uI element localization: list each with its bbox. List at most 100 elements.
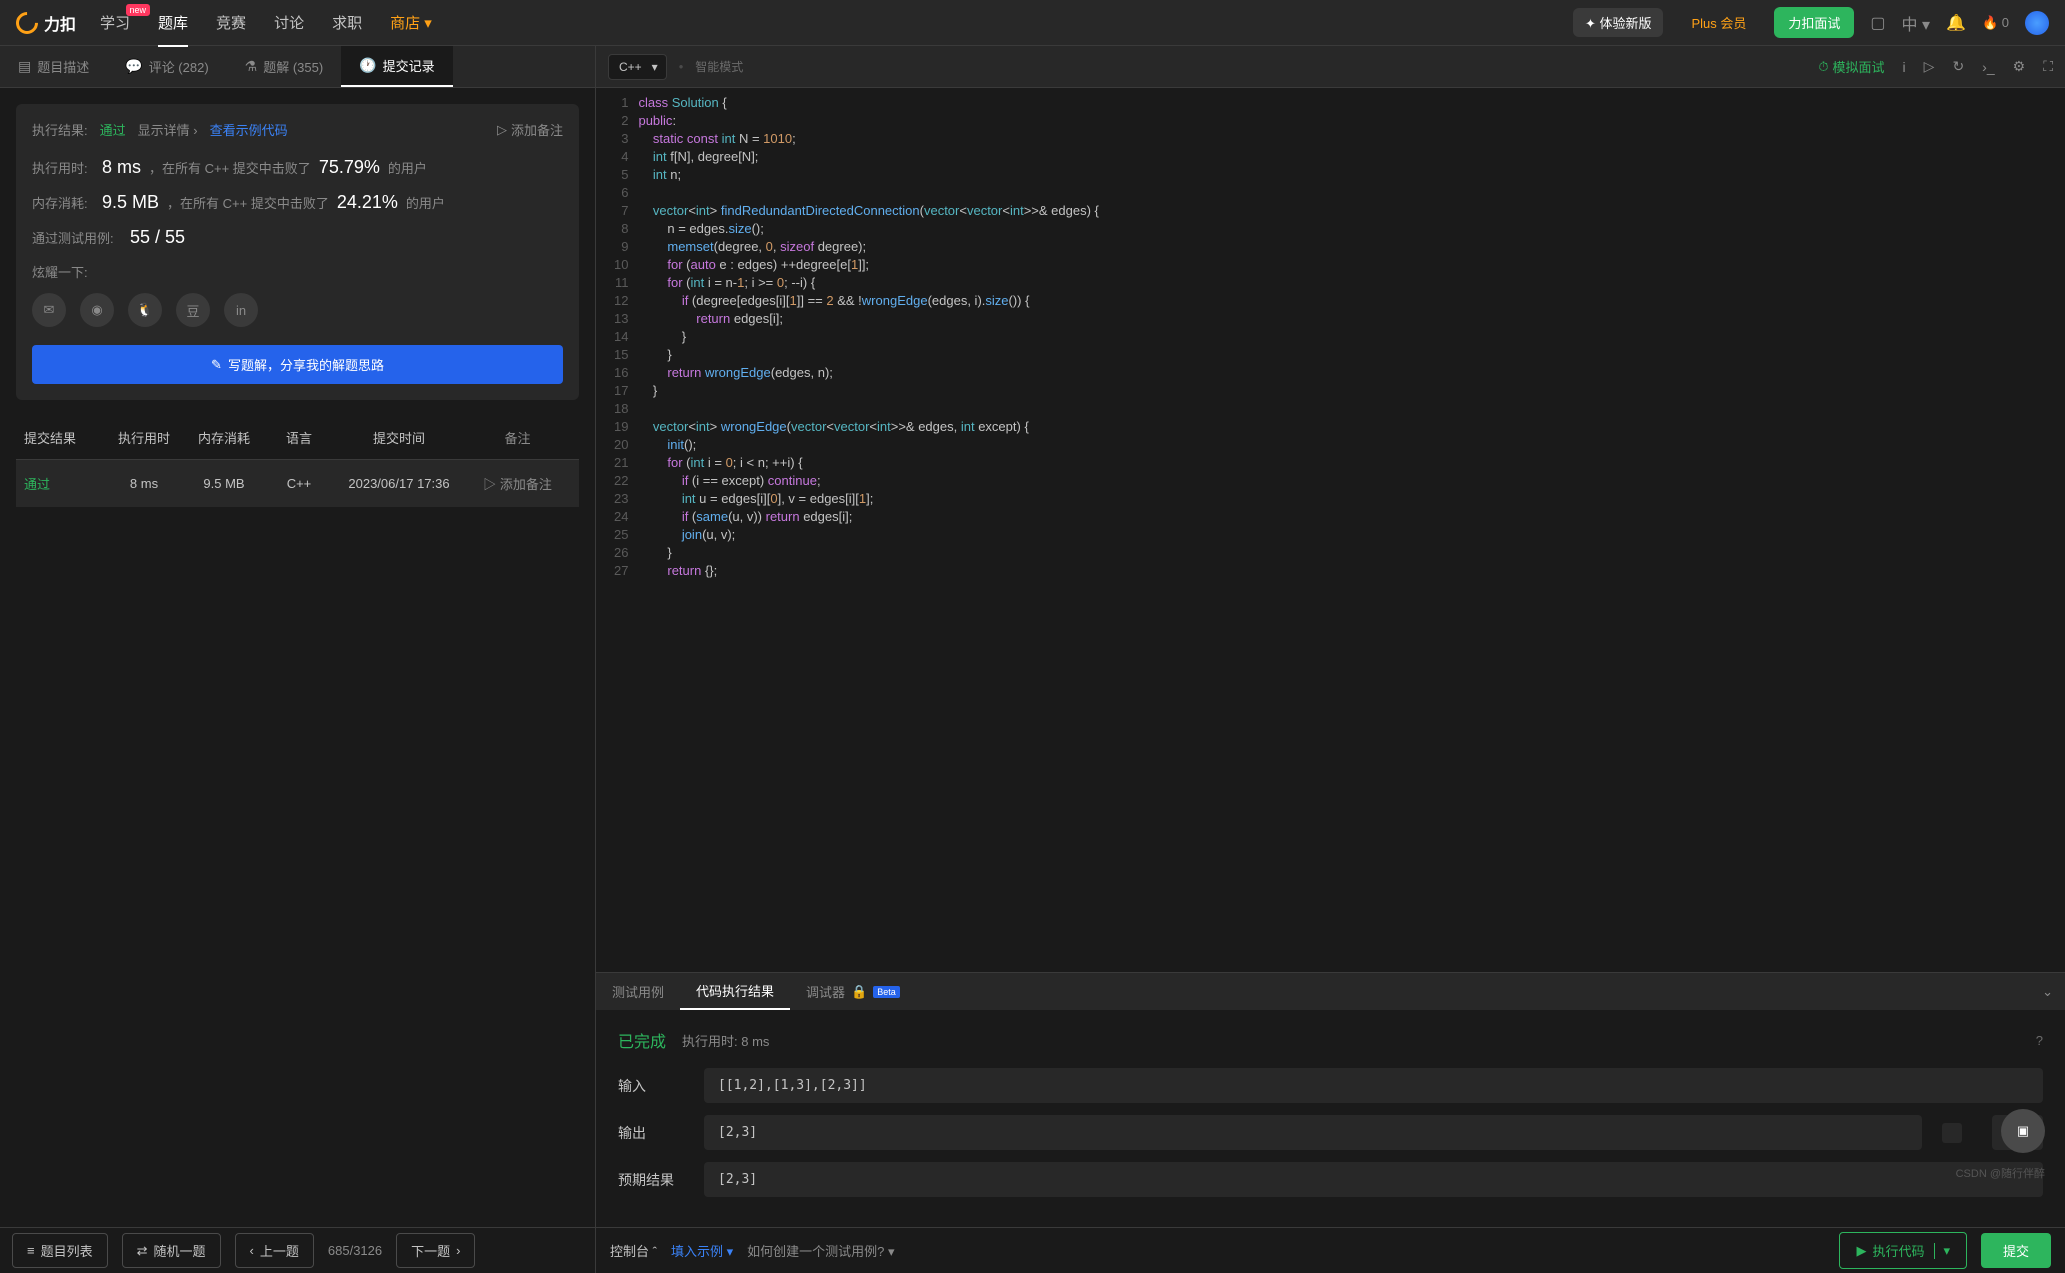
brand-text: 力扣 bbox=[44, 11, 76, 35]
nav-jobs[interactable]: 求职 bbox=[332, 12, 362, 33]
input-value: [[1,2],[1,3],[2,3]] bbox=[704, 1068, 2043, 1103]
output-indicator bbox=[1942, 1123, 1962, 1143]
howto-link[interactable]: 如何创建一个测试用例? ▾ bbox=[747, 1241, 894, 1260]
tab-code-result[interactable]: 代码执行结果 bbox=[680, 973, 790, 1010]
timer-icon: ⏱ bbox=[1818, 59, 1828, 75]
qq-icon[interactable]: 🐧 bbox=[128, 293, 162, 327]
fullscreen-icon[interactable]: ⛶ bbox=[2043, 58, 2053, 75]
language-toggle[interactable]: 中 ▾ bbox=[1902, 11, 1931, 35]
row-lang: C++ bbox=[264, 476, 334, 491]
nav-items: 学习new 题库 竞赛 讨论 求职 商店 ▾ bbox=[100, 12, 432, 33]
line-gutter: 1234567891011121314151617181920212223242… bbox=[596, 88, 638, 972]
expected-value: [2,3] bbox=[704, 1162, 2043, 1197]
smart-mode[interactable]: 智能模式 bbox=[695, 58, 743, 75]
run-button[interactable]: ▶执行代码 bbox=[1839, 1232, 1967, 1269]
bell-icon[interactable]: 🔔 bbox=[1946, 13, 1966, 33]
tab-comments[interactable]: 💬评论 (282) bbox=[107, 46, 226, 87]
settings-icon[interactable]: ⚙ bbox=[2013, 58, 2026, 75]
row-mem: 9.5 MB bbox=[184, 476, 264, 491]
help-icon[interactable]: ? bbox=[2036, 1033, 2043, 1048]
result-panel: 执行结果: 通过 显示详情 › 查看示例代码 ▷添加备注 执行用时: 8 ms … bbox=[16, 104, 579, 400]
mobile-icon[interactable]: ▢ bbox=[1870, 13, 1885, 33]
lock-icon: 🔒 bbox=[851, 984, 867, 1000]
nav-right: ✦ 体验新版 Plus 会员 力扣面试 ▢ 中 ▾ 🔔 🔥 0 bbox=[1573, 7, 2049, 38]
doc-icon: ▤ bbox=[18, 58, 31, 75]
table-row[interactable]: 通过 8 ms 9.5 MB C++ 2023/06/17 17:36 ▷ 添加… bbox=[16, 460, 579, 507]
interview-button[interactable]: 力扣面试 bbox=[1774, 7, 1854, 38]
reset-icon[interactable]: ↻ bbox=[1952, 58, 1964, 75]
linkedin-icon[interactable]: in bbox=[224, 293, 258, 327]
flask-icon: ⚗ bbox=[245, 58, 258, 75]
comment-icon: 💬 bbox=[125, 58, 142, 75]
chevron-down-icon: ▾ bbox=[424, 15, 432, 32]
bottom-right-bar: 控制台 ˆ 填入示例 ▾ 如何创建一个测试用例? ▾ ▶执行代码 提交 bbox=[596, 1227, 2065, 1273]
show-detail-link[interactable]: 显示详情 › bbox=[138, 120, 198, 139]
prev-button[interactable]: ‹上一题 bbox=[235, 1233, 314, 1268]
fill-example-link[interactable]: 填入示例 ▾ bbox=[671, 1241, 733, 1260]
language-select[interactable]: C++ bbox=[608, 54, 667, 80]
mock-interview-button[interactable]: ⏱模拟面试 bbox=[1818, 57, 1884, 76]
flag-icon: ▷ bbox=[483, 477, 496, 492]
console-toggle[interactable]: 控制台 ˆ bbox=[610, 1241, 657, 1260]
results-body: 已完成 执行用时: 8 ms ? 输入 [[1,2],[1,3],[2,3]] … bbox=[596, 1010, 2065, 1227]
douban-icon[interactable]: 豆 bbox=[176, 293, 210, 327]
th-time: 执行用时 bbox=[104, 428, 184, 447]
weibo-icon[interactable]: ◉ bbox=[80, 293, 114, 327]
tab-description[interactable]: ▤题目描述 bbox=[0, 46, 107, 87]
testcases-label: 通过测试用例: bbox=[32, 228, 122, 247]
bottom-left-bar: ≡题目列表 ⇄随机一题 ‹上一题 685/3126 下一题› bbox=[0, 1227, 595, 1273]
tab-testcase[interactable]: 测试用例 bbox=[596, 973, 680, 1010]
terminal-icon[interactable]: ›_ bbox=[1982, 59, 1994, 75]
random-button[interactable]: ⇄随机一题 bbox=[122, 1233, 221, 1268]
avatar[interactable] bbox=[2025, 11, 2049, 35]
tab-records[interactable]: 🕐提交记录 bbox=[341, 46, 452, 87]
right-panel: C++ • 智能模式 ⏱模拟面试 i ▷ ↻ ›_ ⚙ ⛶ 1234567891… bbox=[595, 46, 2065, 1273]
next-button[interactable]: 下一题› bbox=[396, 1233, 475, 1268]
try-new-button[interactable]: ✦ 体验新版 bbox=[1573, 8, 1664, 37]
tab-debugger[interactable]: 调试器🔒Beta bbox=[790, 973, 916, 1010]
add-note-button[interactable]: ▷添加备注 bbox=[497, 120, 563, 139]
info-icon[interactable]: i bbox=[1903, 59, 1906, 75]
th-mem: 内存消耗 bbox=[184, 428, 264, 447]
shuffle-icon: ⇄ bbox=[137, 1243, 148, 1259]
problem-list-button[interactable]: ≡题目列表 bbox=[12, 1233, 108, 1268]
runtime-value: 8 ms bbox=[102, 157, 141, 178]
new-badge: new bbox=[126, 4, 151, 16]
memory-value: 9.5 MB bbox=[102, 192, 159, 213]
row-note[interactable]: ▷ 添加备注 bbox=[464, 474, 571, 493]
plus-button[interactable]: Plus 会员 bbox=[1679, 8, 1758, 37]
top-nav: 力扣 学习new 题库 竞赛 讨论 求职 商店 ▾ ✦ 体验新版 Plus 会员… bbox=[0, 0, 2065, 46]
th-lang: 语言 bbox=[264, 428, 334, 447]
write-solution-button[interactable]: ✎写题解，分享我的解题思路 bbox=[32, 345, 563, 384]
nav-contest[interactable]: 竞赛 bbox=[216, 12, 246, 33]
expected-label: 预期结果 bbox=[618, 1170, 684, 1190]
chevron-left-icon: ‹ bbox=[250, 1243, 254, 1258]
flag-icon: ▷ bbox=[497, 122, 507, 138]
nav-problems[interactable]: 题库 bbox=[158, 12, 188, 33]
row-result[interactable]: 通过 bbox=[24, 477, 50, 492]
logo[interactable]: 力扣 bbox=[16, 11, 76, 35]
code-editor[interactable]: 1234567891011121314151617181920212223242… bbox=[596, 88, 2065, 972]
nav-discuss[interactable]: 讨论 bbox=[274, 12, 304, 33]
play-icon[interactable]: ▷ bbox=[1924, 58, 1935, 75]
testcases-value: 55 / 55 bbox=[130, 227, 185, 248]
done-label: 已完成 bbox=[618, 1028, 666, 1052]
submit-button[interactable]: 提交 bbox=[1981, 1233, 2051, 1268]
collapse-icon[interactable]: ⌄ bbox=[2042, 984, 2053, 1000]
logo-icon bbox=[11, 7, 42, 38]
tab-solutions[interactable]: ⚗题解 (355) bbox=[227, 46, 342, 87]
done-runtime: 执行用时: 8 ms bbox=[682, 1031, 769, 1050]
view-example-link[interactable]: 查看示例代码 bbox=[210, 120, 288, 139]
chevron-up-icon: ˆ bbox=[653, 1244, 657, 1259]
scroll-top-fab[interactable]: ▣ bbox=[2001, 1109, 2045, 1153]
show-off-label: 炫耀一下: bbox=[32, 262, 563, 281]
code-content[interactable]: class Solution { public: static const in… bbox=[638, 88, 1098, 972]
pencil-icon: ✎ bbox=[211, 357, 222, 373]
play-icon: ▶ bbox=[1856, 1243, 1866, 1259]
wechat-icon[interactable]: ✉ bbox=[32, 293, 66, 327]
fire-counter[interactable]: 🔥 0 bbox=[1982, 15, 2009, 31]
runtime-label: 执行用时: bbox=[32, 158, 94, 177]
result-status: 通过 bbox=[100, 120, 126, 139]
nav-store[interactable]: 商店 ▾ bbox=[390, 12, 432, 33]
nav-learn[interactable]: 学习new bbox=[100, 12, 130, 33]
